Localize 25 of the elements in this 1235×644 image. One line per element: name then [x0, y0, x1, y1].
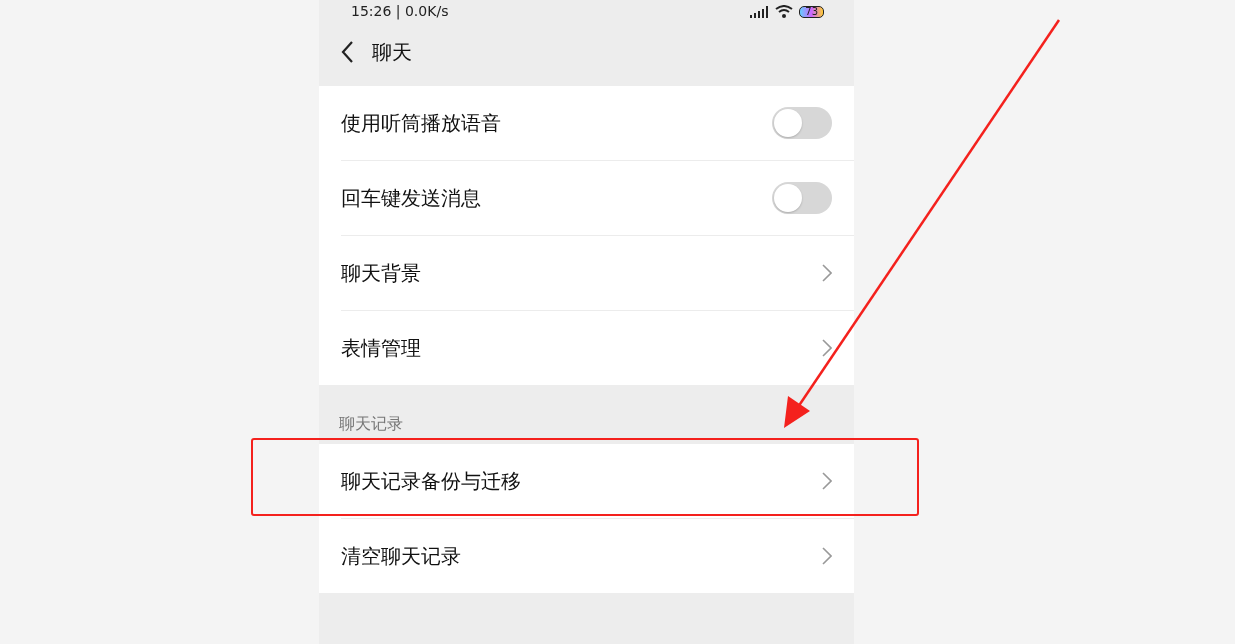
settings-row[interactable]: 聊天背景 — [341, 235, 854, 310]
page-title: 聊天 — [372, 38, 412, 66]
settings-row[interactable]: 使用听筒播放语音 — [341, 86, 854, 160]
section-label: 聊天记录 — [339, 414, 403, 435]
chevron-icon — [822, 472, 832, 490]
setting-label: 回车键发送消息 — [341, 184, 481, 212]
setting-label: 使用听筒播放语音 — [341, 109, 501, 137]
settings-row[interactable]: 回车键发送消息 — [341, 160, 854, 235]
toggle-switch[interactable] — [772, 182, 832, 214]
chevron-icon — [822, 264, 832, 282]
setting-label: 表情管理 — [341, 334, 421, 362]
chevron-icon — [822, 339, 832, 357]
battery-indicator: 73 — [799, 5, 824, 18]
setting-label: 聊天记录备份与迁移 — [341, 467, 521, 495]
signal-icon — [749, 5, 770, 18]
setting-label: 聊天背景 — [341, 259, 421, 287]
wifi-icon — [775, 5, 794, 18]
toggle-switch[interactable] — [772, 107, 832, 139]
settings-row[interactable]: 聊天记录备份与迁移 — [341, 444, 854, 518]
status-time: 15:26 | 0.0K/s — [351, 4, 449, 18]
settings-row[interactable]: 清空聊天记录 — [341, 518, 854, 593]
settings-row[interactable]: 表情管理 — [341, 310, 854, 385]
back-icon[interactable] — [340, 40, 354, 64]
setting-label: 清空聊天记录 — [341, 542, 461, 570]
chevron-icon — [822, 547, 832, 565]
